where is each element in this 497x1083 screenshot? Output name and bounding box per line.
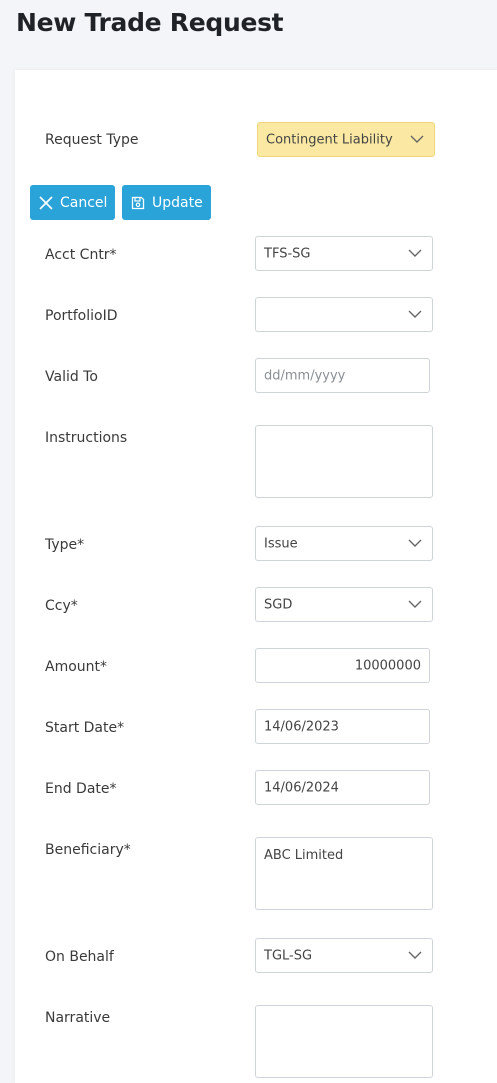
on-behalf-value: TGL-SG: [264, 948, 313, 963]
type-select[interactable]: Issue: [255, 526, 433, 561]
instructions-label: Instructions: [45, 430, 128, 446]
end-date-input[interactable]: 14/06/2024: [255, 770, 430, 805]
ccy-label: Ccy*: [45, 598, 78, 614]
portfolio-id-label: PortfolioID: [45, 308, 118, 324]
beneficiary-textarea[interactable]: ABC Limited: [255, 837, 433, 910]
update-button-label: Update: [152, 194, 203, 211]
beneficiary-value: ABC Limited: [264, 848, 344, 863]
chevron-down-icon: [410, 135, 424, 143]
amount-input[interactable]: 10000000: [255, 648, 430, 683]
narrative-textarea[interactable]: [255, 1005, 433, 1078]
close-icon: [39, 195, 53, 210]
valid-to-placeholder: dd/mm/yyyy: [264, 368, 346, 383]
save-icon: [131, 196, 145, 209]
update-button[interactable]: Update: [122, 185, 211, 220]
acct-cntr-value: TFS-SG: [264, 246, 311, 261]
ccy-value: SGD: [264, 597, 293, 612]
narrative-label: Narrative: [45, 1010, 111, 1026]
chevron-down-icon: [408, 539, 422, 547]
request-type-label: Request Type: [45, 132, 139, 148]
page-title: New Trade Request: [16, 8, 284, 37]
beneficiary-label: Beneficiary*: [45, 842, 131, 858]
valid-to-label: Valid To: [45, 369, 98, 385]
start-date-value: 14/06/2023: [264, 719, 339, 734]
ccy-select[interactable]: SGD: [255, 587, 433, 622]
cancel-button-label: Cancel: [60, 194, 108, 211]
form-card: [15, 70, 497, 1083]
on-behalf-label: On Behalf: [45, 949, 114, 965]
acct-cntr-label: Acct Cntr*: [45, 247, 117, 263]
type-label: Type*: [45, 537, 85, 553]
acct-cntr-select[interactable]: TFS-SG: [255, 236, 433, 271]
end-date-label: End Date*: [45, 781, 117, 797]
request-type-value: Contingent Liability: [266, 132, 393, 147]
type-value: Issue: [264, 536, 298, 551]
instructions-textarea[interactable]: [255, 425, 433, 498]
cancel-button[interactable]: Cancel: [30, 185, 115, 220]
chevron-down-icon: [408, 310, 422, 318]
amount-label: Amount*: [45, 659, 108, 675]
start-date-label: Start Date*: [45, 720, 125, 736]
chevron-down-icon: [408, 951, 422, 959]
valid-to-input[interactable]: dd/mm/yyyy: [255, 358, 430, 393]
start-date-input[interactable]: 14/06/2023: [255, 709, 430, 744]
chevron-down-icon: [408, 249, 422, 257]
on-behalf-select[interactable]: TGL-SG: [255, 938, 433, 973]
amount-value: 10000000: [354, 658, 421, 673]
end-date-value: 14/06/2024: [264, 780, 339, 795]
portfolio-id-select[interactable]: [255, 297, 433, 332]
request-type-select[interactable]: Contingent Liability: [257, 122, 435, 157]
chevron-down-icon: [408, 600, 422, 608]
